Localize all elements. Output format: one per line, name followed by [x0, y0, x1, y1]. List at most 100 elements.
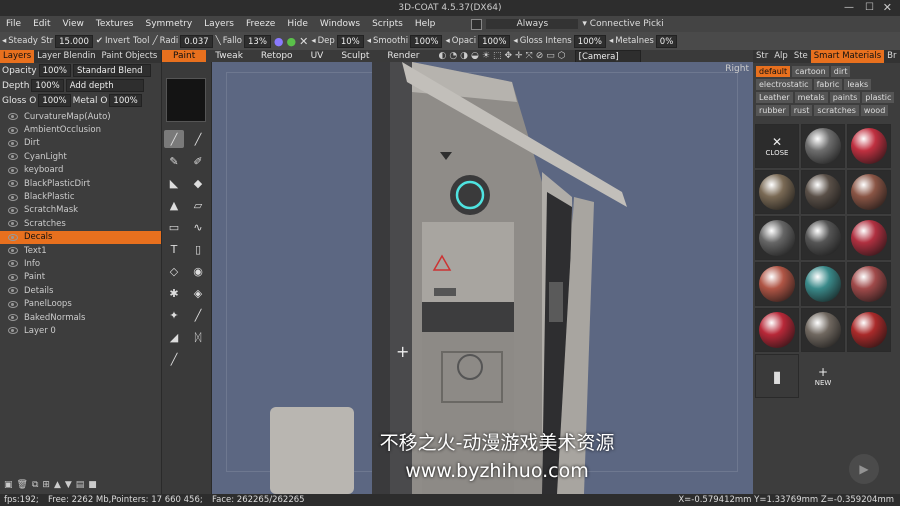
eye-tool-icon[interactable]: ◉: [188, 262, 208, 280]
eye-icon[interactable]: [8, 260, 18, 268]
color-swatch[interactable]: [166, 78, 206, 122]
layer-item[interactable]: PanelLoops: [0, 297, 161, 310]
material-swatch[interactable]: [847, 124, 891, 168]
tag-leather[interactable]: Leather: [756, 92, 793, 103]
symmetry-tool-icon[interactable]: ᛞ: [188, 328, 208, 346]
falloff-value[interactable]: 13%: [244, 34, 271, 48]
eye-icon[interactable]: [8, 233, 18, 241]
cross-icon[interactable]: ✕: [299, 35, 308, 48]
opacity-value[interactable]: 100%: [478, 34, 511, 48]
tag-plastic[interactable]: plastic: [862, 92, 895, 103]
smooth-field[interactable]: ◂ Smoothi 100%: [367, 34, 443, 48]
tab-alphas[interactable]: Alp: [771, 50, 791, 63]
tag-rust[interactable]: rust: [790, 105, 813, 116]
always-checkbox[interactable]: [471, 18, 483, 30]
layer-depth-value[interactable]: 100%: [31, 79, 64, 92]
tag-default[interactable]: default: [756, 66, 791, 77]
menu-freeze[interactable]: Freeze: [240, 19, 281, 29]
tag-scratches[interactable]: scratches: [814, 105, 859, 116]
eye-icon[interactable]: [8, 193, 18, 201]
metalness-value[interactable]: 0%: [655, 34, 678, 48]
tab-render[interactable]: Render: [378, 51, 428, 61]
menu-scripts[interactable]: Scripts: [366, 19, 409, 29]
material-swatch[interactable]: [801, 170, 845, 214]
tab-brushes[interactable]: Br: [884, 50, 899, 63]
pattern-tool-icon[interactable]: ✱: [164, 284, 184, 302]
layer-item-selected[interactable]: Decals: [0, 230, 161, 244]
menu-edit[interactable]: Edit: [27, 19, 56, 29]
eye-icon[interactable]: [8, 113, 18, 121]
ruler-tool-icon[interactable]: ╱: [164, 350, 184, 368]
fill-tool-icon[interactable]: ◆: [188, 174, 208, 192]
layer-item[interactable]: AmbientOcclusion: [0, 123, 161, 136]
eye-icon[interactable]: [8, 153, 18, 161]
layer-metal-value[interactable]: 100%: [109, 94, 142, 107]
camera-dropdown[interactable]: [Camera]: [574, 49, 641, 63]
eye-icon[interactable]: [8, 166, 18, 174]
layer-item[interactable]: Layer 0: [0, 324, 161, 337]
bucket-tool-icon[interactable]: ◈: [188, 284, 208, 302]
layer-item[interactable]: Scratches: [0, 217, 161, 230]
layer-item[interactable]: BakedNormals: [0, 311, 161, 324]
smooth-value[interactable]: 100%: [410, 34, 443, 48]
eye-icon[interactable]: [8, 206, 18, 214]
new-material-button[interactable]: + NEW: [801, 354, 845, 398]
new-layer-icon[interactable]: ▣: [4, 480, 13, 490]
tab-paint-objects[interactable]: Paint Objects: [99, 50, 161, 63]
steady-toggle[interactable]: ◂ Steady: [2, 36, 38, 46]
layer-item[interactable]: Text1: [0, 244, 161, 257]
menu-file[interactable]: File: [0, 19, 27, 29]
brush-tool-icon[interactable]: ╱: [164, 130, 184, 148]
curve-tool-icon[interactable]: ∿: [188, 218, 208, 236]
close-window-icon[interactable]: ✕: [883, 1, 892, 14]
layer-item[interactable]: CurvatureMap(Auto): [0, 110, 161, 123]
material-swatch[interactable]: [847, 170, 891, 214]
layer-item[interactable]: BlackPlastic: [0, 190, 161, 203]
menu-view[interactable]: View: [57, 19, 90, 29]
airbrush-tool-icon[interactable]: ✎: [164, 152, 184, 170]
tab-strokes[interactable]: Str: [753, 50, 771, 63]
layer-item[interactable]: Dirt: [0, 137, 161, 150]
tag-paints[interactable]: paints: [829, 92, 861, 103]
copy-tool-icon[interactable]: ▭: [164, 218, 184, 236]
menu-symmetry[interactable]: Symmetry: [140, 19, 199, 29]
layer-gloss-value[interactable]: 100%: [38, 94, 71, 107]
tab-paint[interactable]: Paint: [162, 50, 207, 62]
depth-value[interactable]: 10%: [336, 34, 364, 48]
move-up-icon[interactable]: ▲: [54, 480, 61, 490]
magic-wand-tool-icon[interactable]: ✦: [164, 306, 184, 324]
smudge-tool-icon[interactable]: ◣: [164, 174, 184, 192]
material-swatch[interactable]: [847, 308, 891, 352]
mask-tool-icon[interactable]: ◢: [164, 328, 184, 346]
invert-toggle[interactable]: ✔ Invert: [96, 36, 130, 46]
menu-textures[interactable]: Textures: [90, 19, 140, 29]
tab-uv[interactable]: UV: [302, 51, 333, 61]
minimize-icon[interactable]: —: [844, 2, 854, 13]
view-tools-icons[interactable]: ◐◔◑◒☀⬚✥✛⤧⊘▭⬡: [438, 51, 568, 61]
gloss-field[interactable]: ◂ Gloss Intens 100%: [513, 34, 606, 48]
always-dropdown[interactable]: Always: [486, 19, 579, 29]
merge-layer-icon[interactable]: ⊞: [42, 480, 50, 490]
close-button[interactable]: ✕ CLOSE: [755, 124, 799, 168]
material-swatch[interactable]: [755, 308, 799, 352]
material-swatch[interactable]: [847, 262, 891, 306]
gloss-value[interactable]: 100%: [573, 34, 606, 48]
tag-cartoon[interactable]: cartoon: [792, 66, 829, 77]
connective-picking-dropdown[interactable]: ▾ Connective Picki: [582, 19, 663, 29]
play-icon[interactable]: ▶: [849, 454, 879, 484]
blend-mode-dropdown[interactable]: Standard Blend: [72, 64, 151, 77]
tag-wood[interactable]: wood: [860, 105, 889, 116]
depth-mode-dropdown[interactable]: Add depth: [65, 79, 144, 92]
layer-item[interactable]: Paint: [0, 271, 161, 284]
group-icon[interactable]: ■: [88, 480, 97, 490]
strength-value[interactable]: 15.000: [55, 34, 93, 48]
bottle-material-swatch[interactable]: ▮: [755, 354, 799, 398]
tab-smart-materials[interactable]: Smart Materials: [810, 50, 885, 63]
freeform-tool-icon[interactable]: ▱: [188, 196, 208, 214]
tag-fabric[interactable]: fabric: [813, 79, 843, 90]
move-down-icon[interactable]: ▼: [65, 480, 72, 490]
eye-icon[interactable]: [8, 139, 18, 147]
viewport[interactable]: Right + 不移之火-动漫游戏美术资源 www.byzhihuo.com: [212, 62, 753, 494]
layer-opacity-value[interactable]: 100%: [38, 64, 71, 77]
eye-icon[interactable]: [8, 220, 18, 228]
